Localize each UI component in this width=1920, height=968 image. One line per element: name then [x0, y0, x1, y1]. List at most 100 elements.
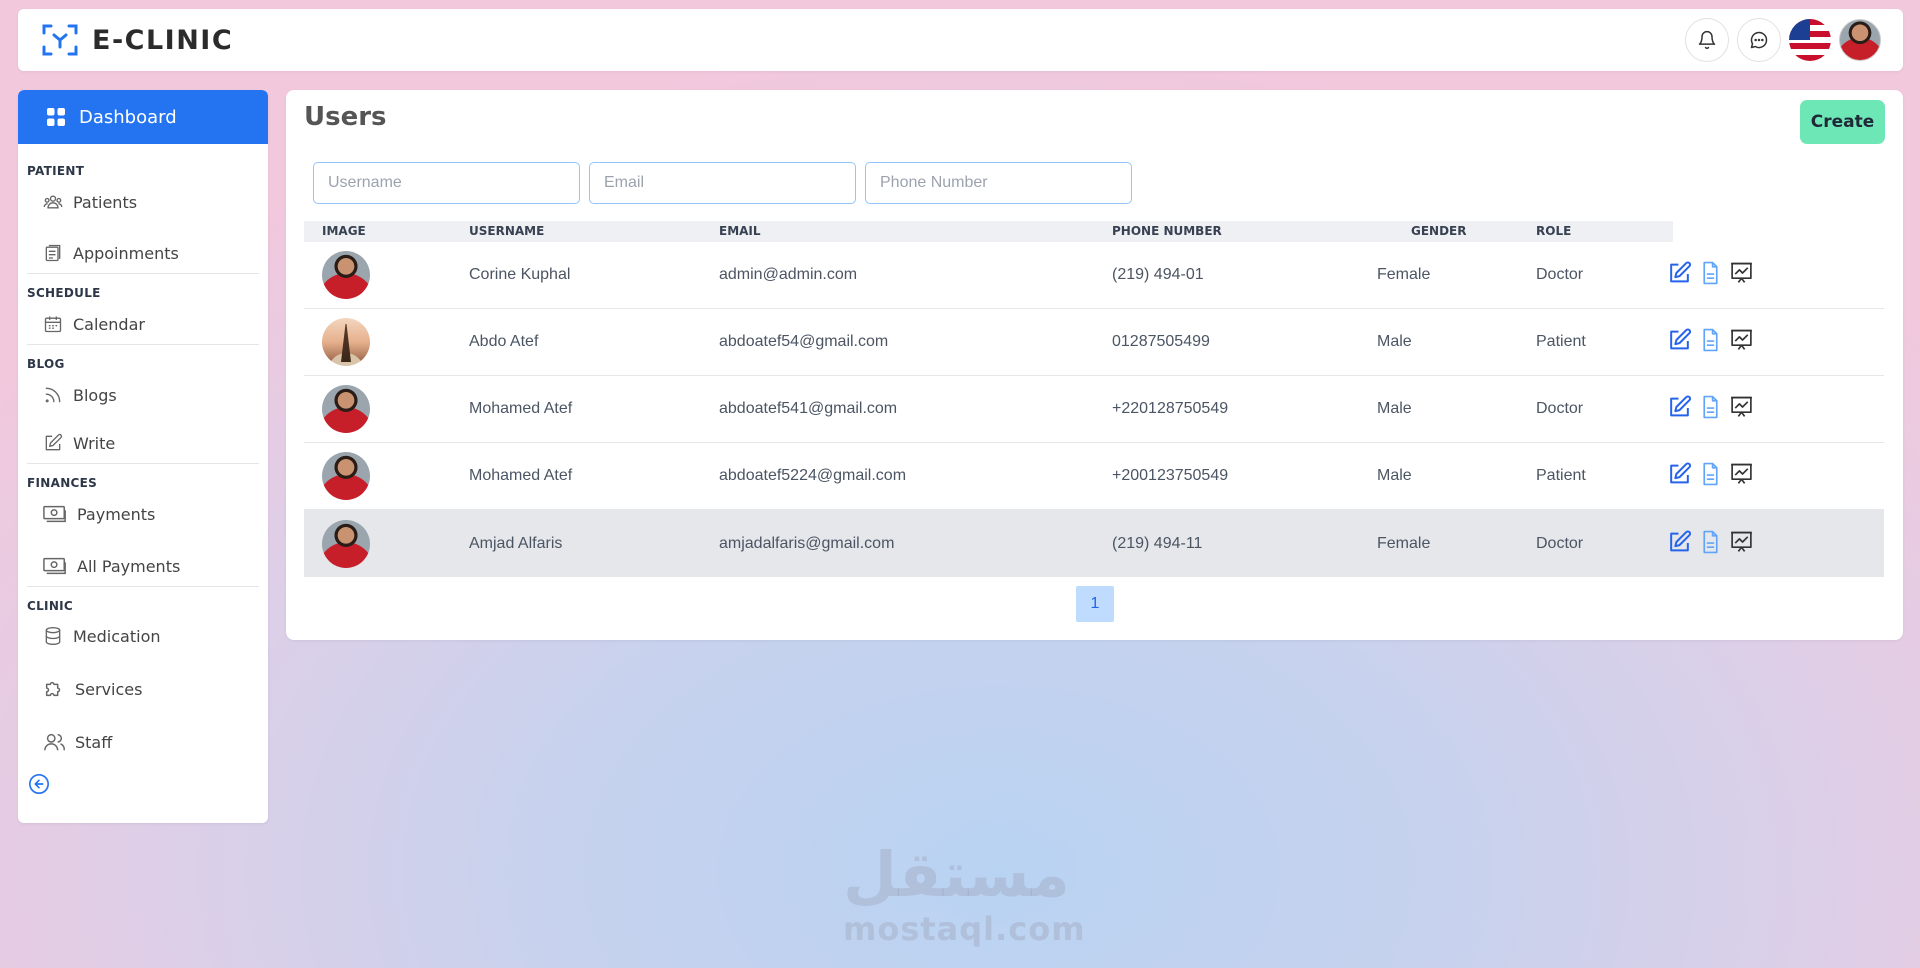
email-cell: admin@admin.com [719, 266, 858, 283]
phone-cell: (219) 494-01 [1112, 266, 1204, 283]
top-bar: E-CLINIC [18, 9, 1903, 71]
chart-icon[interactable] [1729, 261, 1754, 286]
role-cell: Patient [1536, 333, 1586, 350]
edit-icon[interactable] [1667, 529, 1692, 554]
divider [27, 463, 259, 464]
section-patient: PATIENT [27, 164, 85, 178]
collapse-sidebar-button[interactable] [18, 773, 268, 799]
gender-cell: Female [1377, 534, 1431, 552]
arrow-left-circle-icon [29, 774, 49, 794]
table-header: IMAGE USERNAME EMAIL PHONE NUMBER GENDER… [304, 221, 1673, 242]
filters [313, 162, 1132, 204]
watermark-latin: mostaql.com [843, 910, 1086, 948]
document-icon[interactable] [1698, 328, 1723, 353]
sidebar-item-label: Medication [73, 626, 161, 646]
table-row[interactable]: Mohamed Atef abdoatef5224@gmail.com +200… [304, 443, 1884, 510]
sidebar-item-staff[interactable]: Staff [18, 731, 268, 753]
edit-icon[interactable] [1667, 462, 1692, 487]
puzzle-icon [45, 681, 61, 697]
cash-icon [43, 557, 66, 575]
table-row[interactable]: Mohamed Atef abdoatef541@gmail.com +2201… [304, 376, 1884, 443]
create-button[interactable]: Create [1800, 100, 1885, 144]
divider [27, 344, 259, 345]
brand[interactable]: E-CLINIC [40, 20, 233, 60]
sidebar-item-calendar[interactable]: Calendar [18, 314, 268, 334]
row-actions [1667, 328, 1754, 353]
sidebar-item-write[interactable]: Write [18, 433, 268, 453]
email-cell: abdoatef5224@gmail.com [719, 467, 907, 484]
divider [27, 586, 259, 587]
username-filter-input[interactable] [313, 162, 580, 204]
email-cell: abdoatef541@gmail.com [719, 400, 898, 417]
sidebar-item-label: Services [75, 679, 143, 699]
edit-icon[interactable] [1667, 395, 1692, 420]
watermark-arabic: مستقل [843, 838, 1070, 911]
chart-icon[interactable] [1729, 328, 1754, 353]
chat-icon [1750, 31, 1768, 49]
role-cell: Doctor [1536, 534, 1584, 552]
gender-cell: Male [1377, 333, 1412, 350]
us-flag-icon[interactable] [1789, 19, 1831, 61]
rss-icon [45, 387, 61, 403]
edit-icon[interactable] [1667, 261, 1692, 286]
sidebar-item-label: All Payments [77, 556, 181, 576]
user-avatar[interactable] [1839, 19, 1881, 61]
column-header-phone: PHONE NUMBER [1112, 224, 1222, 238]
sidebar-item-patients[interactable]: Patients [18, 192, 268, 212]
sidebar-item-label: Patients [73, 192, 138, 212]
gender-cell: Male [1377, 400, 1412, 417]
email-cell: abdoatef54@gmail.com [719, 333, 889, 350]
top-actions [1685, 18, 1881, 62]
gender-cell: Female [1377, 266, 1431, 283]
row-actions [1667, 395, 1754, 420]
sidebar-item-medication[interactable]: Medication [18, 626, 268, 646]
phone-filter-input[interactable] [865, 162, 1132, 204]
column-header-gender: GENDER [1411, 224, 1467, 238]
edit-icon[interactable] [1667, 328, 1692, 353]
chart-icon[interactable] [1729, 529, 1754, 554]
cash-icon [43, 505, 66, 523]
row-actions [1667, 462, 1754, 487]
email-filter-input[interactable] [589, 162, 856, 204]
document-icon[interactable] [1698, 395, 1723, 420]
document-icon[interactable] [1698, 529, 1723, 554]
section-finances: FINANCES [27, 476, 98, 490]
sidebar-item-appointments[interactable]: Appoinments [18, 243, 268, 263]
divider [27, 273, 259, 274]
database-icon [45, 627, 61, 646]
user-avatar [322, 452, 370, 500]
column-header-image: IMAGE [322, 224, 366, 238]
table-row[interactable]: Abdo Atef abdoatef54@gmail.com 012875054… [304, 309, 1884, 376]
notifications-button[interactable] [1685, 18, 1729, 62]
phone-cell: 01287505499 [1112, 333, 1210, 350]
sidebar-item-all-payments[interactable]: All Payments [18, 556, 268, 576]
page-1-button[interactable]: 1 [1076, 586, 1114, 622]
document-icon[interactable] [1698, 462, 1723, 487]
sidebar-item-payments[interactable]: Payments [18, 504, 268, 524]
brand-name: E-CLINIC [92, 24, 234, 56]
column-header-role: ROLE [1536, 224, 1572, 238]
section-schedule: SCHEDULE [27, 286, 101, 300]
users-icon [43, 195, 63, 209]
email-cell: amjadalfaris@gmail.com [719, 534, 895, 552]
sidebar-item-label: Calendar [73, 314, 145, 334]
pencil-square-icon [45, 433, 63, 451]
sidebar-item-dashboard[interactable]: Dashboard [18, 90, 268, 144]
user-avatar [322, 318, 370, 366]
chart-icon[interactable] [1729, 395, 1754, 420]
role-cell: Doctor [1536, 400, 1584, 417]
row-actions [1667, 261, 1754, 286]
messages-button[interactable] [1737, 18, 1781, 62]
user-avatar [322, 385, 370, 433]
document-icon[interactable] [1698, 261, 1723, 286]
sidebar-item-label: Dashboard [79, 106, 177, 128]
chart-icon[interactable] [1729, 462, 1754, 487]
clipboard-icon [45, 244, 61, 262]
sidebar-item-blogs[interactable]: Blogs [18, 385, 268, 405]
users-table: IMAGE USERNAME EMAIL PHONE NUMBER GENDER… [304, 221, 1884, 577]
sidebar-item-services[interactable]: Services [18, 678, 268, 700]
table-row[interactable]: Corine Kuphal admin@admin.com (219) 494-… [304, 242, 1884, 309]
username-cell: Abdo Atef [469, 333, 539, 350]
sidebar-item-label: Blogs [73, 385, 117, 405]
table-row[interactable]: Amjad Alfaris amjadalfaris@gmail.com (21… [304, 510, 1884, 577]
